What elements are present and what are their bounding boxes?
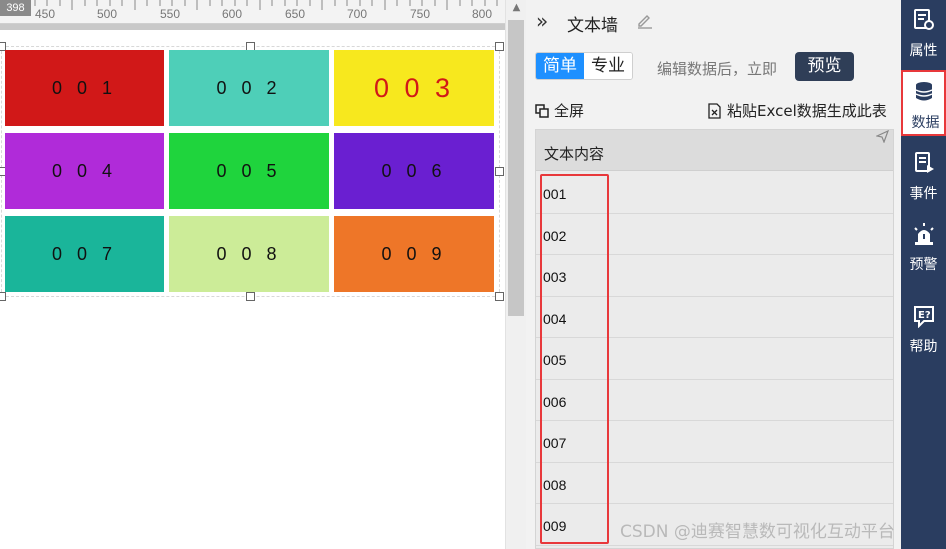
wall-tile[interactable]: 0 0 5 [169, 133, 329, 209]
send-icon[interactable] [876, 130, 889, 143]
table-cell[interactable]: 003 [543, 269, 566, 285]
panel-title: 文本墙 [567, 16, 618, 36]
svg-text:E?: E? [918, 310, 931, 321]
column-header-text-content: 文本内容 [544, 145, 605, 163]
table-cell[interactable]: 005 [543, 352, 566, 368]
table-row[interactable]: 003 [536, 255, 893, 297]
toolbar-item-data[interactable]: 数据 [901, 70, 946, 136]
table-cell[interactable]: 006 [543, 394, 566, 410]
toolbar-item-events[interactable]: 事件 [901, 143, 946, 209]
table-cell[interactable]: 004 [543, 311, 566, 327]
table-row[interactable]: 001 [536, 172, 893, 214]
toolbar-label: 预警 [909, 257, 938, 273]
event-icon [915, 152, 934, 173]
table-header: 文本内容 [536, 130, 893, 171]
ruler-position-marker: 398 [0, 0, 31, 16]
table-row[interactable]: 005 [536, 338, 893, 380]
ruler-label: 750 [410, 7, 431, 21]
ruler-label: 800 [472, 7, 493, 21]
wall-tile[interactable]: 0 0 4 [5, 133, 164, 209]
data-table: 文本内容 001 002 003 004 005 006 007 008 009 [535, 129, 894, 549]
wall-tile[interactable]: 0 0 6 [334, 133, 494, 209]
toolbar-label: 事件 [909, 186, 938, 202]
paste-excel-button[interactable]: 粘贴Excel数据生成此表 [708, 100, 887, 121]
table-row[interactable]: 007 [536, 421, 893, 463]
preview-button[interactable]: 预览 [795, 52, 854, 81]
alarm-icon [914, 223, 934, 245]
mode-toggle: 简单 专业 [535, 52, 633, 80]
resize-handle-right[interactable] [495, 167, 504, 176]
properties-panel: » 文本墙 简单 专业 编辑数据后，立即 预览 全屏 粘贴Excel数据生成此表… [526, 0, 901, 549]
toolbar-item-attributes[interactable]: 属性 [901, 0, 946, 66]
toolbar-label: 属性 [909, 43, 938, 59]
ruler-label: 700 [347, 7, 368, 21]
fullscreen-icon [535, 103, 549, 118]
horizontal-scrollbar[interactable] [0, 24, 505, 30]
ruler-label: 600 [222, 7, 243, 21]
edit-title-icon[interactable] [636, 11, 654, 29]
scroll-up-icon[interactable]: ▲ [510, 2, 523, 14]
paste-excel-label: 粘贴Excel数据生成此表 [727, 102, 887, 120]
fullscreen-button[interactable]: 全屏 [535, 100, 584, 121]
table-cell[interactable]: 001 [543, 186, 566, 202]
table-cell[interactable]: 007 [543, 435, 566, 451]
mode-pro-button[interactable]: 专业 [584, 53, 632, 79]
table-row[interactable]: 002 [536, 213, 893, 255]
fullscreen-label: 全屏 [554, 102, 585, 120]
mode-simple-button[interactable]: 简单 [536, 53, 584, 79]
collapse-panel-icon[interactable]: » [536, 9, 548, 33]
ruler-label: 650 [285, 7, 306, 21]
wall-tile[interactable]: 0 0 2 [169, 50, 329, 126]
edit-hint-text: 编辑数据后，立即 [657, 60, 778, 78]
toolbar-label: 帮助 [909, 339, 938, 355]
wall-tile[interactable]: 0 0 7 [5, 216, 164, 292]
horizontal-ruler: 450 500 550 600 650 700 750 800 398 [0, 0, 505, 24]
toolbar-item-alerts[interactable]: 预警 [901, 214, 946, 280]
ruler-label: 550 [160, 7, 181, 21]
table-cell[interactable]: 008 [543, 477, 566, 493]
toolbar-label: 数据 [911, 115, 940, 131]
excel-file-icon [708, 102, 721, 119]
help-icon: E? [914, 306, 934, 328]
design-canvas[interactable]: 450 500 550 600 650 700 750 800 398 0 0 … [0, 0, 526, 549]
panel-header: » 文本墙 [526, 0, 901, 44]
ruler-label: 500 [97, 7, 118, 21]
text-wall-widget[interactable]: 0 0 10 0 20 0 3 0 0 40 0 50 0 6 0 0 70 0 8… [5, 50, 495, 293]
ruler-label: 450 [35, 7, 56, 21]
right-toolbar: 属性 数据 事件 预警 E? 帮助 [901, 0, 946, 549]
table-cell[interactable]: 009 [543, 518, 566, 534]
table-row[interactable]: 004 [536, 296, 893, 338]
resize-handle-bottom-right[interactable] [495, 292, 504, 301]
table-row[interactable]: 008 [536, 462, 893, 504]
database-icon [915, 82, 933, 101]
properties-icon [914, 9, 934, 30]
wall-tile[interactable]: 0 0 8 [169, 216, 329, 292]
table-cell[interactable]: 002 [543, 228, 566, 244]
wall-tile[interactable]: 0 0 1 [5, 50, 164, 126]
watermark: CSDN @迪赛智慧数可视化互动平台 [620, 522, 895, 542]
wall-tile[interactable]: 0 0 3 [334, 50, 494, 126]
resize-handle-top-right[interactable] [495, 42, 504, 51]
scrollbar-thumb[interactable] [508, 20, 524, 316]
resize-handle-bottom-left[interactable] [0, 292, 6, 301]
toolbar-item-help[interactable]: E? 帮助 [901, 296, 946, 362]
vertical-scrollbar[interactable]: ▲ [505, 0, 526, 549]
resize-handle-bottom[interactable] [246, 292, 255, 301]
wall-tile[interactable]: 0 0 9 [334, 216, 494, 292]
table-row[interactable]: 006 [536, 379, 893, 421]
